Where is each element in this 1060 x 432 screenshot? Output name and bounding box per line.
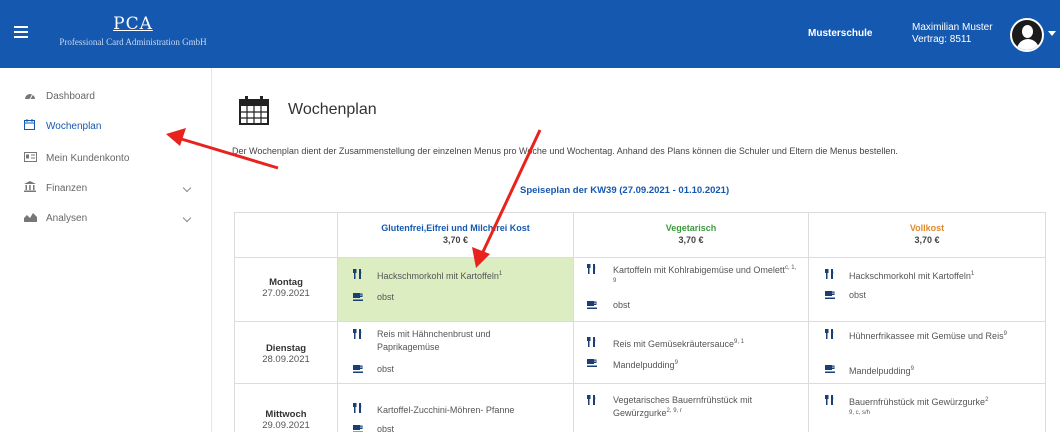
dessert-icon (587, 301, 597, 309)
chevron-down-icon (182, 213, 192, 223)
top-bar: PCA Professional Card Administration Gmb… (0, 0, 1060, 68)
logo[interactable]: PCA Professional Card Administration Gmb… (48, 14, 218, 60)
page-title: Wochenplan (288, 101, 377, 118)
sidebar-item-label: Finanzen (46, 182, 88, 194)
menu-item-dessert[interactable]: obst (849, 290, 866, 301)
menu-item-main[interactable]: Vegetarisches Bauernfrühstück mit Gewürz… (613, 395, 803, 419)
sidebar-item-dashboard[interactable]: Dashboard (24, 88, 200, 104)
logo-title: PCA (113, 14, 153, 34)
menu-icon[interactable] (14, 26, 28, 38)
day-label-dienstag: Dienstag 28.09.2021 (235, 343, 337, 365)
dessert-icon (353, 365, 363, 373)
column-divider (337, 213, 338, 432)
menu-table: Glutenfrei,Eifrei und Milchfrei Kost 3,7… (234, 212, 1046, 432)
menu-item-main[interactable]: Hackschmorkohl mit Kartoffeln1 (849, 269, 1039, 282)
day-name: Mittwoch (265, 409, 307, 420)
day-date: 29.09.2021 (262, 420, 310, 431)
calendar-icon (238, 96, 270, 131)
day-name: Montag (269, 277, 303, 288)
cutlery-icon (353, 403, 362, 413)
menu-item-main[interactable]: Kartoffel-Zucchini-Möhren- Pfanne (377, 403, 567, 416)
column-header-vegetarisch: Vegetarisch 3,70 € (574, 213, 809, 257)
menu-item-main[interactable]: Reis mit Gemüsekräutersauce9, 1 (613, 337, 803, 350)
cutlery-icon (825, 269, 834, 279)
day-date: 27.09.2021 (262, 288, 310, 299)
calendar-icon (24, 119, 38, 133)
row-divider (235, 321, 1045, 322)
chevron-down-icon[interactable] (1048, 31, 1056, 36)
sidebar-item-label: Analysen (46, 212, 88, 224)
menu-item-dessert[interactable]: Mandelpudding9 (849, 364, 914, 377)
dessert-icon (353, 293, 363, 301)
avatar[interactable] (1010, 18, 1044, 52)
menu-item-main[interactable]: Hühnerfrikassee mit Gemüse und Reis9 (849, 329, 1039, 342)
user-info[interactable]: Maximilian Muster Vertrag: 8511 (912, 22, 993, 46)
school-name: Musterschule (808, 28, 873, 39)
logo-subtitle: Professional Card Administration GmbH (59, 37, 207, 47)
day-name: Dienstag (265, 343, 307, 354)
menu-item-dessert[interactable]: Mandelpudding9 (613, 358, 678, 371)
column-price: 3,70 € (442, 235, 469, 245)
user-name: Maximilian Muster (912, 22, 993, 33)
sidebar-item-kundenkonto[interactable]: Mein Kundenkonto (24, 150, 200, 166)
day-date: 28.09.2021 (262, 354, 310, 365)
dashboard-icon (24, 90, 38, 103)
sidebar-item-label: Wochenplan (46, 120, 102, 132)
dessert-icon (825, 291, 835, 299)
menu-item-dessert[interactable]: obst (377, 364, 394, 375)
bank-icon (24, 181, 38, 195)
sidebar-item-finanzen[interactable]: Finanzen (24, 180, 200, 196)
column-divider (573, 213, 574, 432)
contract-number: Vertrag: 8511 (912, 34, 972, 45)
menu-item-main[interactable]: Reis mit Hähnchenbrust und Paprikagemüse (377, 329, 537, 353)
column-divider (808, 213, 809, 432)
selected-menu-cell[interactable] (338, 258, 573, 321)
chevron-down-icon (182, 183, 192, 193)
id-card-icon (24, 151, 38, 165)
menu-item-main[interactable]: Kartoffeln mit Kohlrabigemüse und Omelet… (613, 263, 799, 289)
sidebar: Dashboard Wochenplan Mein Kundenkonto Fi… (0, 68, 212, 432)
cutlery-icon (353, 329, 362, 339)
cutlery-icon (825, 329, 834, 339)
day-label-montag: Montag 27.09.2021 (235, 277, 337, 299)
dessert-icon (825, 365, 835, 373)
column-header-vollkost: Vollkost 3,70 € (809, 213, 1045, 257)
table-corner (235, 213, 338, 257)
chart-icon (24, 212, 38, 225)
day-label-mittwoch: Mittwoch 29.09.2021 (235, 409, 337, 431)
sidebar-item-wochenplan[interactable]: Wochenplan (24, 118, 200, 134)
cutlery-icon (353, 269, 362, 279)
sidebar-item-analysen[interactable]: Analysen (24, 210, 200, 226)
sidebar-item-label: Dashboard (46, 90, 95, 102)
week-plan-link[interactable]: Speiseplan der KW39 (27.09.2021 - 01.10.… (520, 185, 729, 196)
menu-item-main[interactable]: Hackschmorkohl mit Kartoffeln1 (377, 269, 567, 282)
sidebar-item-label: Mein Kundenkonto (46, 152, 130, 164)
column-price: 3,70 € (914, 235, 940, 245)
cutlery-icon (587, 395, 596, 405)
cutlery-icon (587, 337, 596, 347)
dessert-icon (587, 359, 597, 367)
column-price: 3,70 € (678, 235, 704, 245)
cutlery-icon (587, 264, 596, 274)
menu-item-dessert[interactable]: obst (377, 424, 394, 432)
row-divider (235, 257, 1045, 258)
column-title: Glutenfrei,Eifrei und Milchfrei Kost (381, 223, 530, 233)
dessert-icon (353, 425, 363, 432)
menu-item-main[interactable]: Bauernfrühstück mit Gewürzgurke2 9, c, s/… (849, 395, 1039, 421)
column-title: Vegetarisch (665, 223, 717, 233)
page-description: Der Wochenplan dient der Zusammenstellun… (232, 146, 898, 156)
menu-item-dessert[interactable]: obst (377, 292, 394, 303)
column-header-glutenfrei: Glutenfrei,Eifrei und Milchfrei Kost 3,7… (338, 213, 574, 257)
column-title: Vollkost (909, 223, 945, 233)
menu-item-dessert[interactable]: obst (613, 300, 630, 311)
cutlery-icon (825, 395, 834, 405)
row-divider (235, 383, 1045, 384)
